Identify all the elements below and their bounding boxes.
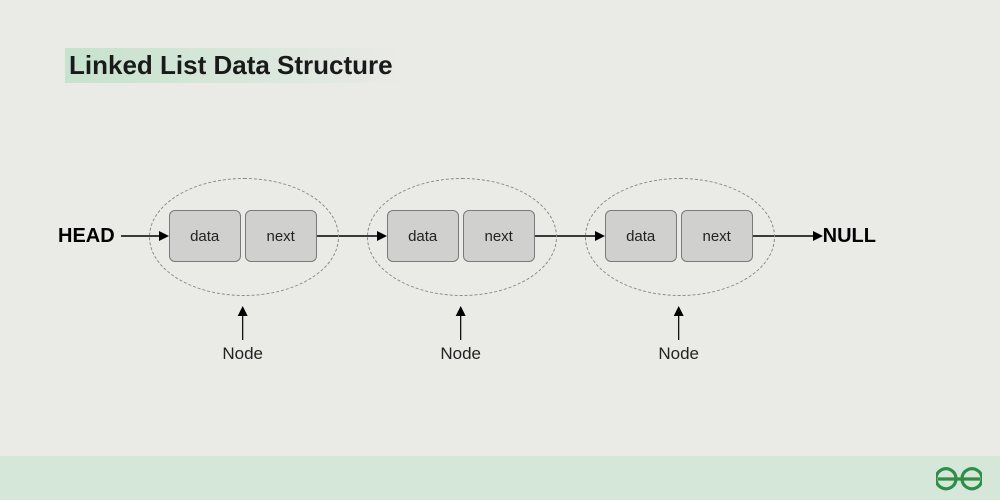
node-label-group: Node: [658, 306, 699, 364]
next-cell: next: [245, 210, 317, 262]
data-cell: data: [387, 210, 459, 262]
arrow-icon: [535, 226, 605, 246]
node-label: Node: [658, 344, 699, 364]
node-label: Node: [222, 344, 263, 364]
arrow-icon: [115, 226, 169, 246]
footer-bar: [0, 456, 1000, 500]
title-highlight: Linked List Data Structure: [65, 48, 403, 83]
next-cell: next: [463, 210, 535, 262]
node-label-group: Node: [222, 306, 263, 364]
node-box: data next: [605, 210, 753, 262]
arrow-up-icon: [454, 306, 468, 340]
data-cell: data: [605, 210, 677, 262]
next-cell: next: [681, 210, 753, 262]
arrow-up-icon: [672, 306, 686, 340]
data-cell: data: [169, 210, 241, 262]
node-2: data next Node: [387, 210, 535, 262]
null-label: NULL: [823, 225, 876, 248]
diagram-title: Linked List Data Structure: [69, 50, 393, 80]
arrow-icon: [317, 226, 387, 246]
node-box: data next: [169, 210, 317, 262]
node-box: data next: [387, 210, 535, 262]
title-container: Linked List Data Structure: [65, 48, 403, 83]
geeksforgeeks-logo-icon: [936, 462, 982, 496]
arrow-up-icon: [236, 306, 250, 340]
node-3: data next Node: [605, 210, 753, 262]
head-label: HEAD: [58, 225, 115, 248]
node-1: data next Node: [169, 210, 317, 262]
arrow-icon: [753, 226, 823, 246]
node-label-group: Node: [440, 306, 481, 364]
linked-list-diagram: HEAD data next Node data next: [58, 210, 876, 262]
node-label: Node: [440, 344, 481, 364]
